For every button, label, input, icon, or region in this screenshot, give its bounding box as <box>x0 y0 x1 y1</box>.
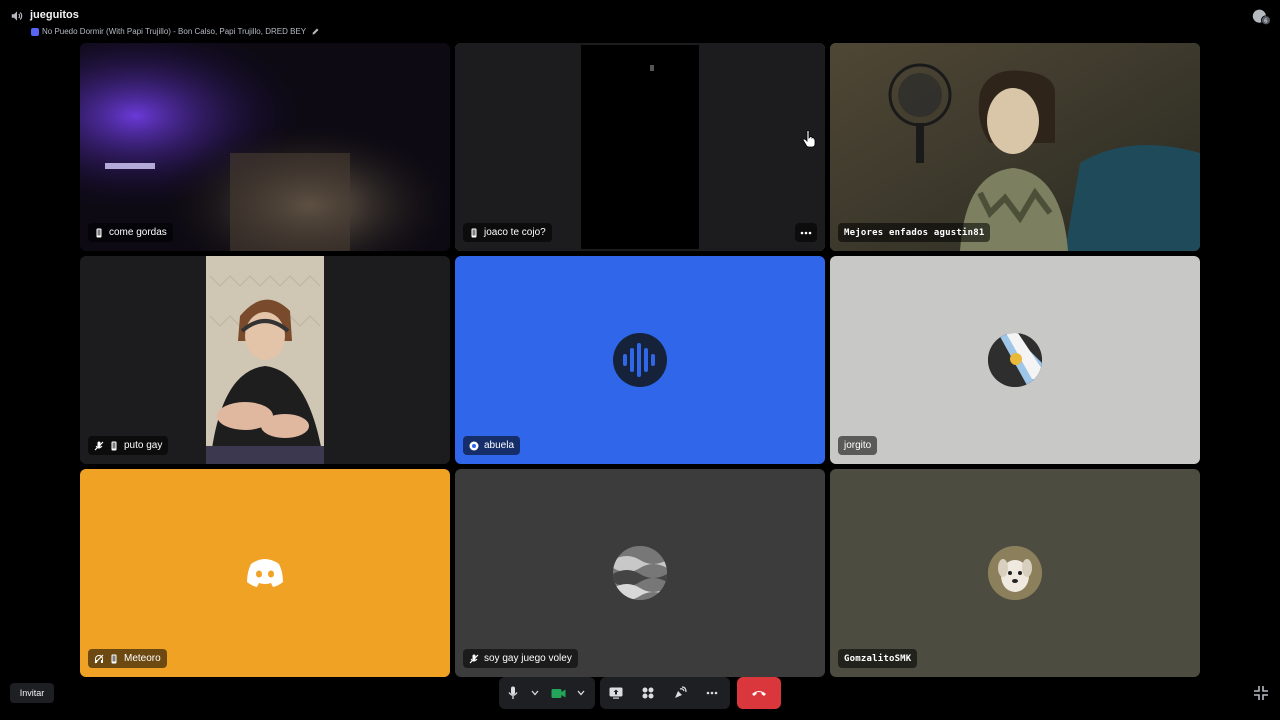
avatar-tile-abuela[interactable]: abuela <box>455 256 825 464</box>
avatar-tile-soy-gay-juego-voley[interactable]: soy gay juego voley <box>455 469 825 677</box>
chevron-down-icon <box>577 690 585 696</box>
avatar <box>988 333 1042 387</box>
webcam-video <box>830 43 1200 251</box>
video-tile-come-gordas[interactable]: come gordas <box>80 43 450 251</box>
call-actions <box>600 677 730 709</box>
invite-button[interactable]: Invitar <box>10 683 54 703</box>
participant-tag: joaco te cojo? <box>463 223 552 242</box>
soundboard-icon <box>675 686 687 698</box>
share-screen-button[interactable] <box>600 677 632 709</box>
soundwave-avatar-icon <box>623 343 655 377</box>
flag-avatar-image <box>988 333 1042 387</box>
participant-name: Mejores enfados agustin81 <box>844 227 985 238</box>
avatar <box>613 333 667 387</box>
participant-tag: jorgito <box>838 436 878 455</box>
hand-cursor-icon <box>802 130 816 148</box>
microphone-icon <box>508 686 518 699</box>
hang-up-icon <box>752 691 766 696</box>
participant-name: GomzalitoSMK <box>844 653 912 664</box>
camera-options-button[interactable] <box>573 677 589 709</box>
activity-text: No Puedo Dormir (With Papi Trujillo) - B… <box>42 27 307 36</box>
more-options-button[interactable] <box>696 677 728 709</box>
participant-name: come gordas <box>109 227 167 238</box>
discord-logo-icon <box>247 559 283 587</box>
avatar-tile-meteoro[interactable]: Meteoro <box>80 469 450 677</box>
participant-tag: abuela <box>463 436 521 455</box>
dog-avatar-image <box>988 546 1042 600</box>
chevron-down-icon <box>531 690 539 696</box>
avatar <box>613 546 667 600</box>
soundboard-button[interactable] <box>664 677 696 709</box>
streaming-icon <box>469 441 479 450</box>
notification-icon[interactable]: 6 <box>1251 8 1271 26</box>
activities-button[interactable] <box>632 677 664 709</box>
webcam-video <box>80 43 450 251</box>
participant-tag: soy gay juego voley <box>463 649 578 668</box>
activity-status: No Puedo Dormir (With Papi Trujillo) - B… <box>31 27 320 36</box>
webcam-video <box>455 43 825 251</box>
participant-tag: GomzalitoSMK <box>838 649 918 668</box>
muted-mic-icon <box>94 441 104 450</box>
mobile-icon <box>96 228 102 237</box>
camera-icon <box>551 688 565 698</box>
more-options-button[interactable] <box>795 223 817 242</box>
video-tile-joaco[interactable]: joaco te cojo? <box>455 43 825 251</box>
more-icon <box>706 691 718 695</box>
video-tile-agustin81[interactable]: Mejores enfados agustin81 <box>830 43 1200 251</box>
video-tile-puto-gay[interactable]: puto gay <box>80 256 450 464</box>
notification-badge: 6 <box>1264 18 1267 24</box>
participant-name: abuela <box>484 440 515 451</box>
participant-tag: puto gay <box>88 436 169 455</box>
wave-avatar-image <box>613 546 667 600</box>
camera-button[interactable] <box>543 677 573 709</box>
music-activity-icon <box>31 27 39 36</box>
mic-options-button[interactable] <box>527 677 543 709</box>
call-header: jueguitos No Puedo Dormir (With Papi Tru… <box>0 0 1280 42</box>
webcam-video <box>80 256 450 464</box>
exit-fullscreen-icon[interactable] <box>1253 685 1269 701</box>
participant-tag: Mejores enfados agustin81 <box>838 223 991 242</box>
avatar <box>238 546 292 600</box>
participant-tag: Meteoro <box>88 649 167 668</box>
speaker-icon <box>11 11 23 21</box>
avatar <box>988 546 1042 600</box>
mic-button[interactable] <box>499 677 527 709</box>
more-icon <box>800 231 812 234</box>
audio-video-controls <box>499 677 595 709</box>
participant-name: puto gay <box>124 440 163 451</box>
avatar-tile-gomzalitosmk[interactable]: GomzalitoSMK <box>830 469 1200 677</box>
participant-name: jorgito <box>844 440 872 451</box>
mobile-icon <box>471 228 477 237</box>
share-screen-icon <box>609 687 623 699</box>
participant-tag: come gordas <box>88 223 173 242</box>
disconnect-button[interactable] <box>737 677 781 709</box>
avatar-tile-jorgito[interactable]: jorgito <box>830 256 1200 464</box>
participant-name: Meteoro <box>124 653 161 664</box>
pencil-icon[interactable] <box>311 27 320 36</box>
deafened-icon <box>94 654 104 663</box>
channel-name[interactable]: jueguitos <box>30 9 79 21</box>
activities-icon <box>642 687 654 699</box>
participant-name: soy gay juego voley <box>484 653 572 664</box>
participant-name: joaco te cojo? <box>484 227 546 238</box>
mobile-icon <box>111 441 117 450</box>
muted-mic-icon <box>469 654 479 663</box>
mobile-icon <box>111 654 117 663</box>
